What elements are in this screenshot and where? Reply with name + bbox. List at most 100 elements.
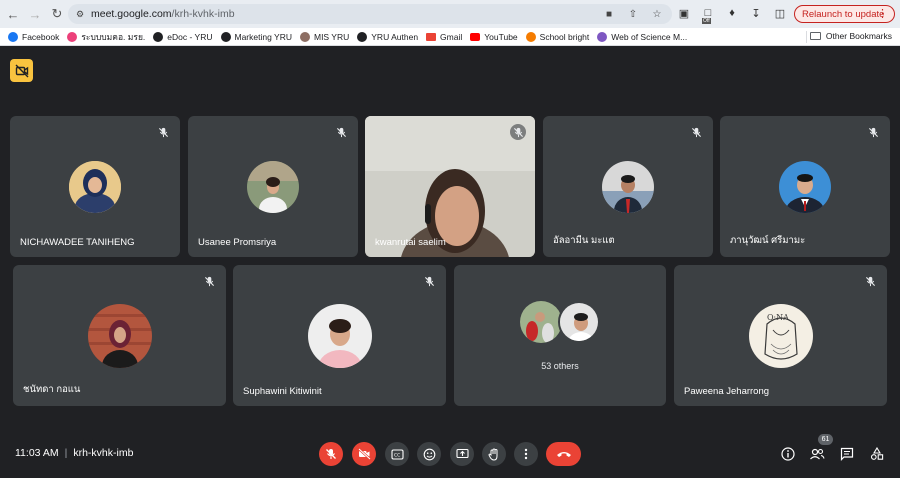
participant-tile[interactable]: Usanee Promsriya [188, 116, 358, 257]
meeting-control-bar: 11:03 AM | krh-kvhk-imb CC [0, 434, 900, 478]
participant-tile[interactable]: NICHAWADEE TANIHENG [10, 116, 180, 257]
raise-hand-button[interactable] [482, 442, 506, 466]
url-path: /krh-kvhk-imb [171, 8, 235, 20]
leave-call-button[interactable] [546, 442, 581, 466]
mic-off-icon [421, 273, 437, 289]
extension-icon[interactable]: ▣ [676, 5, 692, 21]
raise-hand-icon [488, 447, 498, 461]
activities-icon [870, 447, 884, 460]
chat-button[interactable] [839, 446, 855, 462]
mic-off-icon [155, 124, 171, 140]
participant-tile[interactable]: ชนัทดา กอแน [13, 265, 226, 406]
camera-permission-icon[interactable]: ■ [602, 7, 616, 21]
participant-tile[interactable]: ภานุวัฒน์ ศรีมามะ [720, 116, 890, 257]
other-bookmarks[interactable]: Other Bookmarks [809, 31, 892, 41]
meeting-info: 11:03 AM | krh-kvhk-imb [15, 447, 133, 459]
bookmark-item[interactable]: YouTube [470, 32, 518, 42]
school-bright-icon [525, 31, 536, 42]
reactions-button[interactable] [417, 442, 441, 466]
mic-off-icon [865, 124, 881, 140]
mic-off-icon [510, 124, 526, 140]
bookmark-item[interactable]: YRU Authen [357, 31, 418, 42]
participant-video-tile[interactable]: kwanrutai saelim [365, 116, 535, 257]
captions-button[interactable]: CC [385, 442, 409, 466]
mic-toggle-button[interactable] [319, 442, 343, 466]
globe-icon [153, 31, 164, 42]
participant-tile[interactable]: Suphawini Kitiwinit [233, 265, 446, 406]
participant-name: Paweena Jeharrong [684, 386, 770, 397]
others-tile[interactable]: 53 others [454, 265, 666, 406]
camera-off-icon [357, 448, 371, 460]
more-vert-icon [524, 448, 528, 460]
participant-name: kwanrutai saelim [375, 237, 446, 248]
download-icon[interactable]: ↧ [748, 5, 764, 21]
bookmark-item[interactable]: MIS YRU [299, 31, 349, 42]
participant-name: Usanee Promsriya [198, 237, 277, 248]
people-button[interactable] [809, 446, 825, 462]
globe-icon [220, 31, 231, 42]
gmail-icon [426, 32, 437, 41]
camera-off-notice-icon[interactable] [10, 59, 33, 82]
more-options-button[interactable] [514, 442, 538, 466]
bookmark-item[interactable]: Gmail [426, 32, 462, 42]
forward-icon[interactable]: → [26, 5, 44, 23]
captions-icon: CC [390, 448, 404, 460]
ext-off-label: Off [702, 18, 711, 24]
participant-tile[interactable]: O·NA Paweena Jeharrong [674, 265, 887, 406]
avatar [308, 304, 372, 368]
bookmark-star-icon[interactable]: ☆ [650, 7, 664, 21]
url-host: meet.google.com [91, 8, 172, 20]
avatar [69, 161, 121, 213]
svg-text:CC: CC [394, 452, 400, 458]
participant-name: ชนัทดา กอแน [23, 384, 81, 395]
side-panel-icon[interactable]: ◫ [772, 5, 788, 21]
activities-button[interactable] [869, 446, 885, 462]
meeting-details-button[interactable] [780, 446, 796, 462]
bookmark-item[interactable]: eDoc - YRU [153, 31, 213, 42]
address-bar[interactable]: ⚙ meet.google.com/krh-kvhk-imb ■ ⇧ ☆ [68, 4, 672, 24]
reload-icon[interactable]: ↻ [48, 5, 66, 23]
participant-name: Suphawini Kitiwinit [243, 386, 322, 397]
meeting-time: 11:03 AM [15, 447, 59, 459]
avatar [558, 301, 600, 343]
mic-off-icon [333, 124, 349, 140]
menu-dots-icon[interactable]: ⋮ [877, 7, 888, 20]
mic-off-icon [326, 449, 336, 459]
back-icon[interactable]: ← [4, 5, 22, 23]
globe-icon [357, 31, 368, 42]
present-screen-button[interactable] [450, 442, 474, 466]
relaunch-button[interactable]: Relaunch to update ⋮ [794, 5, 895, 23]
avatar [88, 304, 152, 368]
bookmark-item[interactable]: Facebook [8, 31, 59, 42]
info-icon [781, 447, 795, 461]
chat-icon [840, 447, 854, 461]
mko-icon [67, 31, 78, 42]
emoji-icon [423, 448, 435, 460]
youtube-icon [470, 32, 481, 41]
meeting-code: krh-kvhk-imb [73, 447, 134, 459]
bookmarks-bar: Facebook ระบบบมคอ. มรย. eDoc - YRU Marke… [0, 28, 900, 46]
share-icon[interactable]: ⇧ [626, 7, 640, 21]
participant-tile[interactable]: อัลอามีน มะแต [543, 116, 713, 257]
camera-toggle-button[interactable] [352, 442, 376, 466]
participant-name: ภานุวัฒน์ ศรีมามะ [730, 235, 806, 246]
avatar: O·NA [749, 304, 813, 368]
extension-off-icon[interactable]: □ Off [700, 5, 716, 24]
yru-logo-icon [299, 31, 310, 42]
bookmark-item[interactable]: School bright [525, 31, 589, 42]
others-count: 53 others [541, 361, 579, 371]
participant-count-badge: 61 [818, 434, 833, 445]
meeting-info-separator: | [64, 447, 68, 459]
puzzle-icon[interactable]: ♦ [724, 5, 740, 21]
bookmark-item[interactable]: Marketing YRU [220, 31, 292, 42]
browser-toolbar: ← → ↻ ⚙ meet.google.com/krh-kvhk-imb ■ ⇧… [0, 0, 900, 28]
site-info-icon[interactable]: ⚙ [76, 9, 86, 19]
folder-icon [809, 32, 821, 40]
meet-stage: NICHAWADEE TANIHENG Usanee Promsriya kwa… [0, 47, 900, 478]
bookmark-item[interactable]: ระบบบมคอ. มรย. [67, 30, 145, 44]
mic-off-icon [201, 273, 217, 289]
web-of-science-icon [597, 31, 608, 42]
mic-off-icon [862, 273, 878, 289]
bookmark-item[interactable]: Web of Science M... [597, 31, 687, 42]
participant-name: อัลอามีน มะแต [553, 235, 615, 246]
